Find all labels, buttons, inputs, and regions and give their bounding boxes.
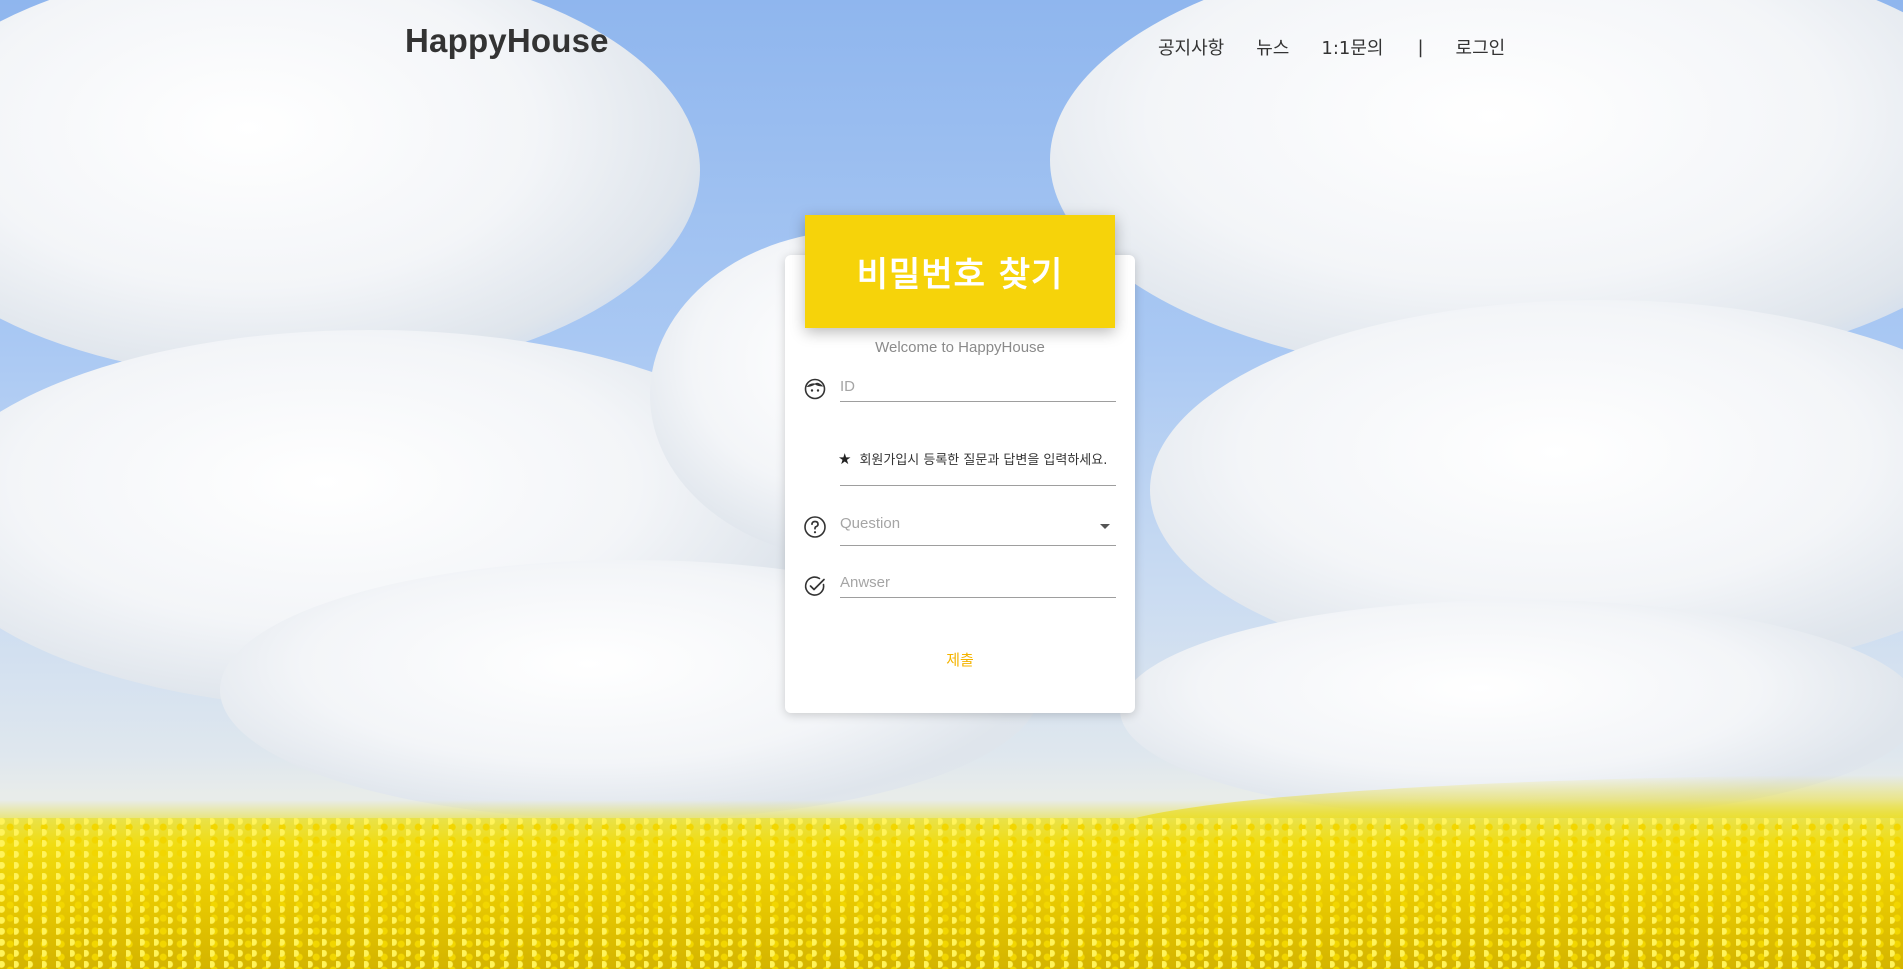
submit-button[interactable]: 제출 <box>785 648 1135 671</box>
card-title: 비밀번호 찾기 <box>805 215 1115 328</box>
flower-field <box>0 818 1903 969</box>
notice-text: 회원가입시 등록한 질문과 답변을 입력하세요. <box>859 453 1108 468</box>
id-input[interactable] <box>840 378 1116 402</box>
top-nav: 공지사항 뉴스 1:1문의 | 로그인 <box>1158 34 1505 60</box>
page: HappyHouse 공지사항 뉴스 1:1문의 | 로그인 비밀번호 찾기 W… <box>0 0 1903 969</box>
notice-message: ★ 회원가입시 등록한 질문과 답변을 입력하세요. <box>838 449 1108 469</box>
brand-logo[interactable]: HappyHouse <box>405 22 609 60</box>
nav-news[interactable]: 뉴스 <box>1256 34 1289 60</box>
answer-input[interactable] <box>840 574 1116 598</box>
question-select[interactable]: Question <box>840 515 1116 546</box>
nav-notice[interactable]: 공지사항 <box>1158 34 1224 60</box>
check-circle-icon <box>804 576 825 596</box>
nav-qna[interactable]: 1:1문의 <box>1321 34 1383 60</box>
question-circle-icon <box>804 516 826 538</box>
question-select-value: Question <box>840 515 901 532</box>
star-icon: ★ <box>838 449 852 468</box>
notice-underline <box>840 485 1116 486</box>
nav-login[interactable]: 로그인 <box>1456 34 1506 60</box>
chevron-down-icon <box>1100 524 1110 529</box>
welcome-text: Welcome to HappyHouse <box>875 339 1045 356</box>
nav-separator: | <box>1417 36 1424 58</box>
face-icon <box>804 378 826 400</box>
